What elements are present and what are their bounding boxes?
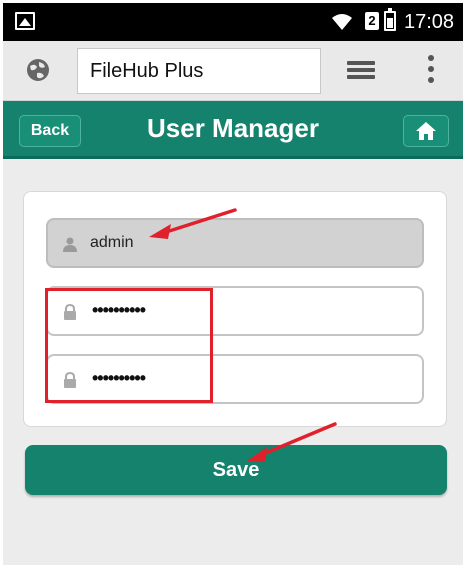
home-icon bbox=[416, 122, 436, 140]
clock: 17:08 bbox=[404, 11, 455, 33]
image-notification-icon bbox=[15, 12, 35, 30]
page-header: Back User Manager bbox=[3, 101, 463, 159]
sim-icon: 2 bbox=[365, 12, 379, 30]
username-field[interactable]: admin bbox=[46, 218, 424, 268]
phone-screen: 2 17:08 FileHub Plus Back User Manager a… bbox=[3, 3, 463, 565]
overflow-menu-icon[interactable] bbox=[427, 55, 435, 87]
wifi-icon bbox=[332, 14, 352, 30]
url-field[interactable]: FileHub Plus bbox=[77, 48, 321, 94]
save-button[interactable]: Save bbox=[25, 445, 447, 495]
back-button[interactable]: Back bbox=[19, 115, 81, 147]
battery-icon bbox=[384, 8, 396, 31]
password-highlight-box bbox=[45, 288, 213, 403]
page-title: User Manager bbox=[147, 113, 319, 143]
status-bar: 2 17:08 bbox=[3, 3, 463, 41]
browser-toolbar: FileHub Plus bbox=[3, 41, 463, 101]
username-value: admin bbox=[90, 234, 134, 251]
globe-icon[interactable] bbox=[25, 57, 51, 83]
user-icon bbox=[63, 237, 77, 252]
home-button[interactable] bbox=[403, 115, 449, 147]
tabs-icon[interactable] bbox=[347, 61, 375, 83]
